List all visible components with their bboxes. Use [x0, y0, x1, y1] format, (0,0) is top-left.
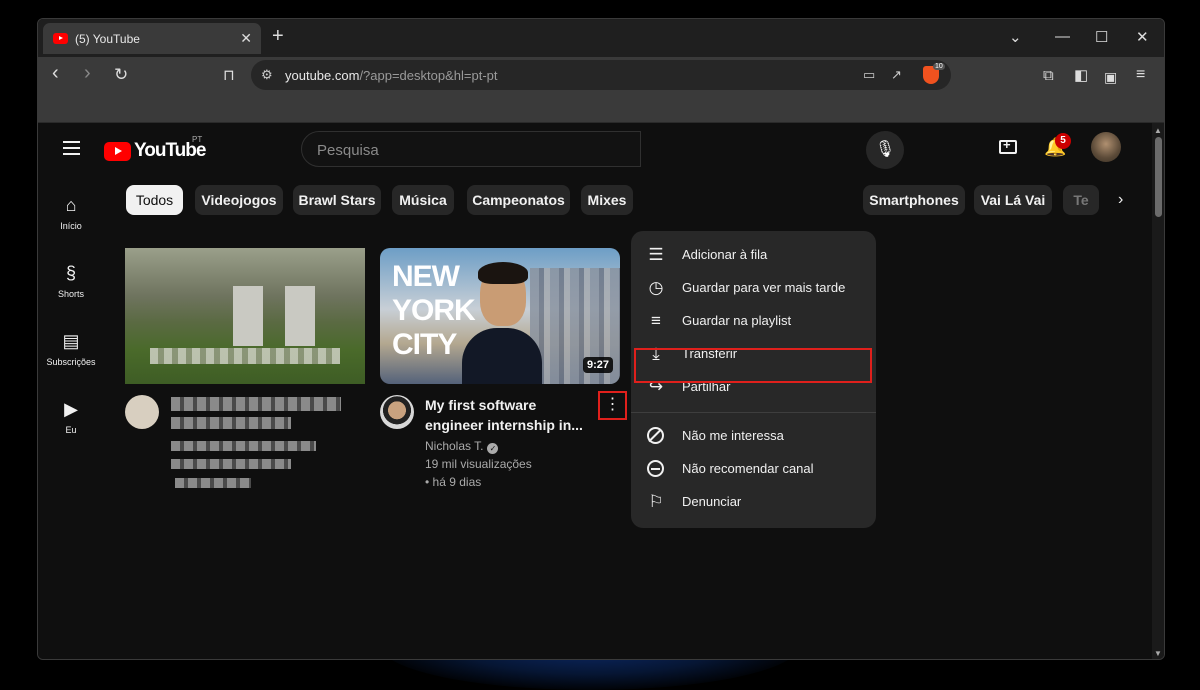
chip-brawl-stars[interactable]: Brawl Stars: [293, 185, 381, 215]
tab-youtube[interactable]: (5) YouTube ✕: [43, 23, 261, 54]
tab-title: (5) YouTube: [75, 31, 140, 46]
upload-age: • há 9 dias: [425, 475, 482, 489]
microphone-icon: 🎙: [874, 141, 896, 158]
video-more-actions-button[interactable]: ⋮: [598, 391, 627, 420]
tab-search-chevron-icon[interactable]: ⌄: [1009, 28, 1022, 46]
address-bar[interactable]: ⚙ youtube.com/?app=desktop&hl=pt-pt ▭ ↗ …: [251, 60, 951, 90]
reload-icon[interactable]: ↻: [114, 65, 128, 85]
chip-videojogos[interactable]: Videojogos: [195, 185, 283, 215]
minimize-button[interactable]: —: [1055, 28, 1070, 45]
highlight-box: [634, 348, 872, 383]
new-tab-button[interactable]: +: [272, 26, 284, 46]
clock-icon: ◷: [648, 278, 664, 297]
channel-avatar[interactable]: [380, 395, 414, 429]
home-icon: ⌂: [65, 195, 77, 215]
scroll-down-arrow-icon[interactable]: ▼: [1154, 649, 1162, 658]
video-duration: 9:27: [583, 357, 614, 373]
page-scrollbar[interactable]: ▲ ▼: [1152, 123, 1164, 659]
menu-item-watch-later[interactable]: ◷ Guardar para ver mais tarde: [631, 271, 876, 304]
site-settings-icon[interactable]: ⚙: [261, 67, 273, 83]
menu-divider: [631, 412, 876, 413]
views-blurred: [171, 459, 291, 469]
forward-icon[interactable]: ›: [84, 63, 91, 83]
chip-campeonatos[interactable]: Campeonatos: [467, 185, 570, 215]
chip-vai-la-vai[interactable]: Vai Lá Vai: [974, 185, 1052, 215]
flag-icon: ⚐: [648, 492, 664, 511]
age-blurred: [175, 478, 251, 488]
menu-item-dont-recommend-channel[interactable]: Não recomendar canal: [631, 452, 876, 485]
account-avatar[interactable]: [1091, 132, 1121, 162]
chip-todos[interactable]: Todos: [126, 185, 183, 215]
sidebar-item-eu[interactable]: ▶ Eu: [38, 399, 104, 435]
share-page-icon[interactable]: ↗: [891, 67, 902, 83]
channel-avatar-blurred[interactable]: [125, 395, 159, 429]
guide-menu-icon[interactable]: [63, 141, 80, 159]
menu-item-save-playlist[interactable]: ≡ Guardar na playlist: [631, 304, 876, 337]
subscriptions-icon: ▤: [62, 331, 80, 351]
chips-next-arrow-icon[interactable]: ›: [1118, 191, 1123, 209]
wallet-icon[interactable]: ▣: [1104, 67, 1117, 87]
notifications-badge: 5: [1055, 133, 1071, 149]
youtube-favicon-icon: [53, 33, 68, 44]
video-title[interactable]: My first software engineer internship in…: [425, 395, 595, 435]
scrollbar-thumb[interactable]: [1155, 137, 1162, 217]
search-input[interactable]: Pesquisa: [301, 131, 641, 167]
tab-close-icon[interactable]: ✕: [240, 30, 252, 47]
browser-toolbar: ‹ › ↻ ⊓ ⚙ youtube.com/?app=desktop&hl=pt…: [38, 57, 1164, 95]
create-video-icon[interactable]: [999, 137, 1017, 154]
not-interested-icon: [647, 427, 664, 444]
sidebar-item-inicio[interactable]: ⌂ Início: [38, 195, 104, 231]
dont-recommend-icon: [647, 460, 664, 477]
video-title-blurred[interactable]: [171, 397, 341, 411]
menu-icon[interactable]: ≡: [1136, 65, 1145, 85]
bookmark-icon[interactable]: ⊓: [223, 66, 235, 86]
video-title-blurred-line2[interactable]: [171, 417, 291, 429]
desktop: (5) YouTube ✕ + ⌄ — ☐ ✕ ‹ › ↻ ⊓ ⚙ youtub…: [0, 0, 1200, 690]
extensions-icon[interactable]: ⧉: [1043, 66, 1054, 86]
voice-search-button[interactable]: 🎙: [866, 131, 904, 169]
scroll-up-arrow-icon[interactable]: ▲: [1154, 126, 1162, 135]
channel-name[interactable]: Nicholas T. ✓: [425, 439, 499, 454]
bookmarks-bar: [38, 95, 1164, 123]
chip-smartphones[interactable]: Smartphones: [863, 185, 965, 215]
country-code: PT: [192, 135, 203, 144]
view-count: 19 mil visualizações: [425, 457, 532, 471]
channel-name-blurred: [171, 441, 316, 451]
chip-musica[interactable]: Música: [392, 185, 454, 215]
chip-mixes[interactable]: Mixes: [581, 185, 633, 215]
close-window-button[interactable]: ✕: [1136, 28, 1149, 46]
menu-item-not-interested[interactable]: Não me interessa: [631, 419, 876, 452]
add-to-queue-icon: ☰: [648, 245, 664, 264]
menu-item-add-to-queue[interactable]: ☰ Adicionar à fila: [631, 238, 876, 271]
cast-icon[interactable]: ▭: [863, 67, 875, 83]
sidebar-toggle-icon[interactable]: ◧: [1074, 66, 1088, 86]
sidebar-item-subscricoes[interactable]: ▤ Subscrições: [38, 331, 104, 367]
you-icon: ▶: [64, 399, 78, 419]
tab-strip: (5) YouTube ✕ + ⌄ — ☐ ✕: [38, 19, 1164, 57]
youtube-logo[interactable]: YouTube: [104, 140, 206, 162]
brave-shield-badge: 10: [933, 63, 945, 70]
video-thumbnail-blurred[interactable]: [125, 248, 365, 384]
browser-window: (5) YouTube ✕ + ⌄ — ☐ ✕ ‹ › ↻ ⊓ ⚙ youtub…: [37, 18, 1165, 660]
sidebar-item-shorts[interactable]: § Shorts: [38, 263, 104, 299]
menu-item-report[interactable]: ⚐ Denunciar: [631, 485, 876, 518]
youtube-logo-icon: [104, 141, 131, 161]
search-placeholder: Pesquisa: [317, 142, 379, 159]
verified-icon: ✓: [487, 443, 499, 454]
maximize-button[interactable]: ☐: [1095, 28, 1108, 46]
url-text[interactable]: youtube.com/?app=desktop&hl=pt-pt: [285, 68, 498, 83]
back-icon[interactable]: ‹: [52, 63, 59, 83]
playlist-add-icon: ≡: [651, 311, 661, 330]
chip-partial[interactable]: Te: [1063, 185, 1099, 215]
shorts-icon: §: [65, 263, 76, 283]
youtube-page: YouTube PT Pesquisa 🎙 🔔 5 Todos Videojog…: [38, 123, 1154, 659]
